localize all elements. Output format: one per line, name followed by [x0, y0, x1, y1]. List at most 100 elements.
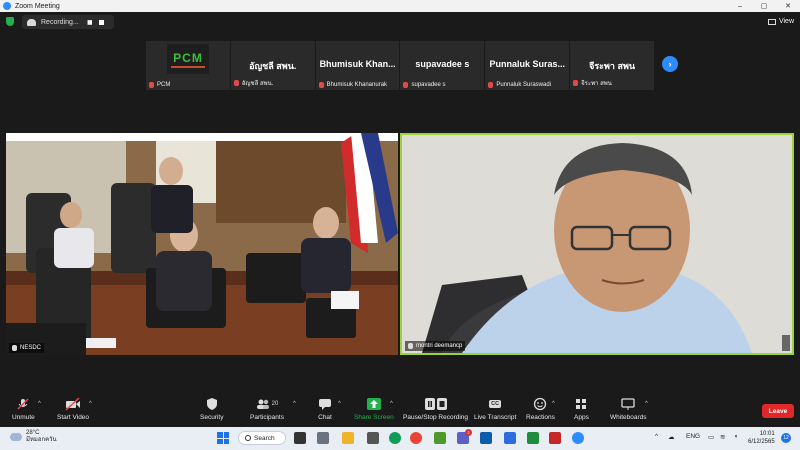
video-label: NESDC: [20, 345, 42, 351]
live-transcript-button[interactable]: CC Live Transcript: [474, 397, 516, 421]
zoom-logo-icon: [3, 2, 11, 10]
system-clock[interactable]: 10:01 6/12/2565: [748, 430, 775, 446]
cloud-sync-icon[interactable]: ☁: [668, 433, 675, 441]
mic-muted-icon: [233, 80, 239, 86]
teams-icon[interactable]: 2: [457, 429, 472, 444]
view-button[interactable]: View: [767, 15, 794, 28]
mic-muted-icon: [403, 82, 409, 88]
reactions-smiley-icon: [533, 397, 547, 411]
pause-stop-recording-button[interactable]: Pause/Stop Recording: [403, 397, 468, 421]
widgets-icon[interactable]: [317, 432, 329, 444]
zoom-taskbar-icon[interactable]: [480, 432, 492, 444]
recording-indicator: Recording... ▮▮: [22, 15, 114, 29]
chat-button[interactable]: Chat: [318, 397, 332, 421]
app-icon[interactable]: [434, 432, 446, 444]
video-label: montri deemancp: [416, 343, 463, 349]
thumbnail-display-name: supavadee s: [415, 59, 470, 69]
language-indicator[interactable]: ENG: [686, 433, 700, 440]
whiteboards-button[interactable]: Whiteboards: [610, 397, 647, 421]
thumbnail-punnaluk[interactable]: Punnaluk Suras... Punnaluk Suraswadi: [485, 41, 570, 90]
participants-button[interactable]: 20 Participants: [250, 397, 284, 421]
volume-icon[interactable]: ◖: [734, 433, 738, 440]
audio-options-caret-icon[interactable]: ^: [38, 401, 41, 407]
wifi-icon[interactable]: ≋: [720, 433, 725, 441]
mic-muted-icon: [16, 397, 30, 411]
thumbnail-anchalee[interactable]: อัญชลี สพน. อัญชลี สพน.: [230, 41, 315, 90]
weather-description: มีหมอกควัน: [26, 437, 57, 443]
excel-icon[interactable]: [527, 432, 539, 444]
windows-start-icon[interactable]: [217, 432, 229, 444]
chat-bubble-icon: [318, 397, 332, 411]
tray-overflow-icon[interactable]: ^: [655, 433, 658, 440]
unmute-button[interactable]: Unmute: [12, 397, 35, 421]
clock-time: 10:01: [759, 431, 775, 437]
start-video-button[interactable]: Start Video: [57, 397, 89, 421]
participants-count: 20: [271, 401, 279, 407]
teams-badge: 2: [465, 429, 472, 436]
view-label: View: [778, 18, 794, 25]
whiteboards-caret-icon[interactable]: ^: [645, 401, 648, 407]
video-tile-active-speaker[interactable]: montri deemancp: [400, 133, 794, 355]
zoom-meeting-window: Zoom Meeting – ▢ ✕ Recording... ▮▮ View …: [0, 0, 800, 450]
share-caret-icon[interactable]: ^: [390, 401, 393, 407]
acrobat-icon[interactable]: [549, 432, 561, 444]
mic-muted-icon: [488, 82, 494, 88]
participant-thumbnails: PCM PCM อัญชลี สพน. อัญชลี สพน. Bhumisuk…: [146, 41, 654, 90]
window-title: Zoom Meeting: [15, 2, 60, 10]
taskbar-search[interactable]: Search: [238, 431, 286, 445]
apps-button[interactable]: Apps: [574, 397, 589, 421]
clock-date: 6/12/2565: [748, 439, 775, 445]
pcm-logo: PCM: [167, 44, 209, 74]
window-controls: – ▢ ✕: [728, 0, 800, 12]
chrome-icon[interactable]: [410, 432, 422, 444]
video-tile-nesdc[interactable]: NESDC: [6, 133, 398, 355]
mic-muted-icon: [149, 82, 154, 88]
reactions-caret-icon[interactable]: ^: [552, 401, 555, 407]
pause-stop-icon: [424, 397, 447, 411]
pause-recording-button[interactable]: ▮▮: [87, 19, 93, 26]
thumbnail-supavadee[interactable]: supavadee s supavadee s: [400, 41, 485, 90]
search-icon: [245, 435, 251, 441]
cloud-weather-icon: [10, 433, 22, 441]
meeting-toolbar: Unmute ^ Start Video ^ Security 20 Parti…: [0, 395, 800, 425]
word-icon[interactable]: [504, 432, 516, 444]
video-options-caret-icon[interactable]: ^: [89, 401, 92, 407]
video-app-icon[interactable]: [367, 432, 379, 444]
thumbnail-label: supavadee s: [411, 82, 446, 88]
participants-caret-icon[interactable]: ^: [293, 401, 296, 407]
thumbnail-jeerapa[interactable]: จีระพา สพน จีระพา สพน: [570, 41, 654, 90]
task-view-icon[interactable]: [294, 432, 306, 444]
thumbnail-display-name: Punnaluk Suras...: [489, 59, 565, 69]
chat-caret-icon[interactable]: ^: [338, 401, 341, 407]
security-button[interactable]: Security: [200, 397, 223, 421]
view-grid-icon: [767, 18, 776, 25]
mic-muted-icon: [318, 82, 324, 88]
thumbnail-display-name: Bhumisuk Khan...: [319, 59, 396, 69]
security-shield-icon: [206, 397, 218, 411]
thumbnail-bhumisuk[interactable]: Bhumisuk Khan... Bhumisuk Khananurak: [315, 41, 400, 90]
reactions-button[interactable]: Reactions: [526, 397, 555, 421]
thumbnail-label: PCM: [157, 82, 171, 88]
close-button[interactable]: ✕: [776, 0, 800, 12]
thumbnail-display-name: อัญชลี สพน.: [249, 61, 297, 71]
minimize-button[interactable]: –: [728, 0, 752, 12]
notification-badge[interactable]: 12: [781, 433, 791, 443]
file-explorer-icon[interactable]: [342, 432, 354, 444]
mic-muted-icon: [12, 345, 17, 351]
encryption-shield-icon[interactable]: [6, 17, 14, 26]
windows-taskbar: 28°C มีหมอกควัน Search 2 ^ ☁ ENG ▭ ≋ ◖ 1…: [0, 427, 800, 450]
maximize-button[interactable]: ▢: [752, 0, 776, 12]
zoom-app-icon[interactable]: [572, 432, 584, 444]
stop-recording-button[interactable]: [98, 19, 104, 25]
next-page-button[interactable]: ›: [662, 56, 678, 72]
pcm-logo-text: PCM: [173, 50, 203, 65]
apps-icon: [574, 397, 588, 411]
thumbnail-pcm[interactable]: PCM PCM: [146, 41, 230, 90]
meeting-top-strip: Recording... ▮▮ View: [0, 12, 800, 32]
display-icon[interactable]: ▭: [708, 433, 714, 441]
leave-button[interactable]: Leave: [762, 404, 794, 418]
share-screen-button[interactable]: Share Screen: [354, 397, 394, 421]
weather-widget[interactable]: 28°C มีหมอกควัน: [10, 430, 57, 444]
thumbnail-label: Bhumisuk Khananurak: [326, 82, 388, 88]
edge-browser-icon[interactable]: [389, 432, 401, 444]
